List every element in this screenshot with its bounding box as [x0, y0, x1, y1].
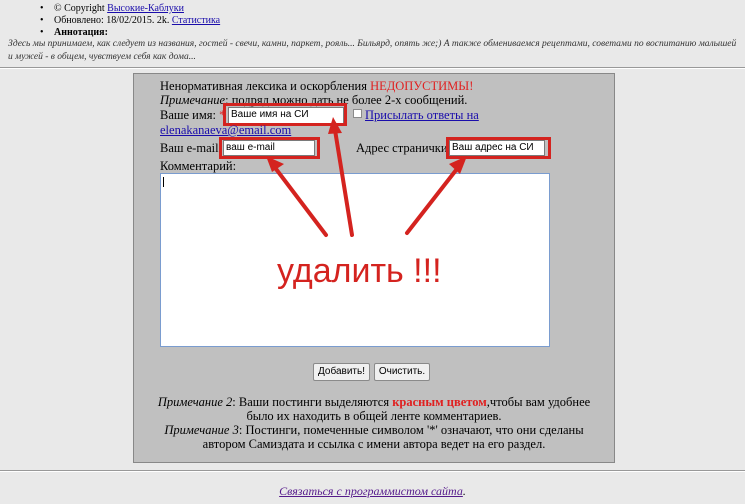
contact-suffix: .	[462, 484, 466, 498]
divider-bottom	[0, 470, 745, 472]
arrowhead-email	[266, 156, 284, 172]
arrowhead-site	[449, 156, 467, 174]
arrow-to-name	[333, 128, 354, 237]
arrow-to-site	[405, 163, 462, 235]
annotation-arrows	[266, 117, 467, 237]
arrowhead-name	[328, 117, 342, 134]
arrow-to-email	[271, 163, 328, 237]
page-footer: Связаться с программистом сайта.	[0, 484, 745, 499]
contact-programmer-link[interactable]: Связаться с программистом сайта	[279, 484, 463, 498]
